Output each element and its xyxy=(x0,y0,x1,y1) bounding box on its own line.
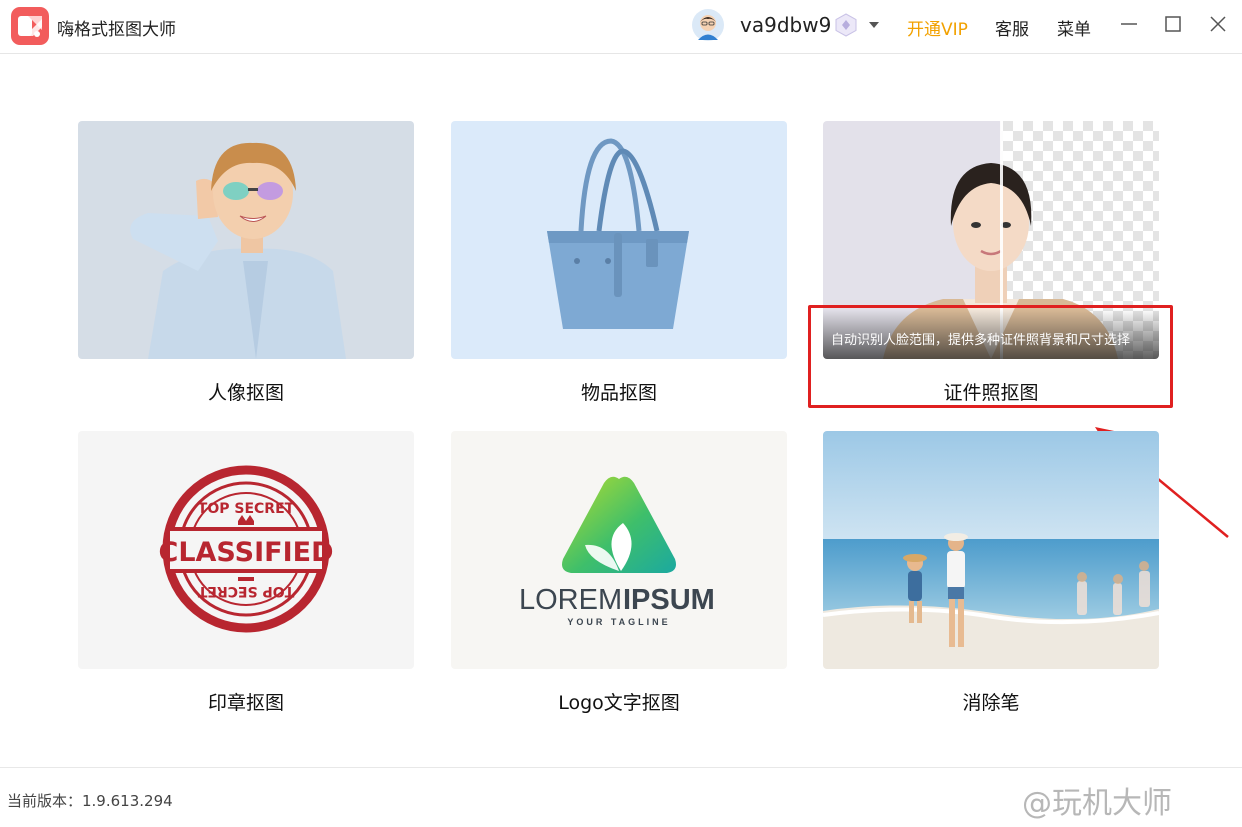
chevron-down-icon[interactable] xyxy=(868,20,880,30)
close-icon[interactable] xyxy=(1207,13,1229,35)
portrait-image xyxy=(78,121,414,359)
username[interactable]: va9dbw9 xyxy=(740,13,831,37)
menu-link[interactable]: 菜单 xyxy=(1057,15,1091,40)
id-photo-cutout-label: 证件照抠图 xyxy=(943,382,1039,404)
stamp-main-text: CLASSIFIED xyxy=(159,537,334,568)
eraser-brush-label: 消除笔 xyxy=(962,692,1020,714)
open-vip-link[interactable]: 开通VIP xyxy=(907,15,968,40)
avatar-icon[interactable] xyxy=(692,9,724,41)
logo-tagline: YOUR TAGLINE xyxy=(567,617,670,627)
portrait-cutout-label: 人像抠图 xyxy=(207,382,284,404)
object-cutout-card[interactable] xyxy=(451,121,787,359)
stamp-image: CLASSIFIED TOP SECRET TOP SECRET xyxy=(78,431,414,669)
bag-image xyxy=(451,121,787,359)
vip-badge-icon xyxy=(835,13,857,37)
status-footer: 当前版本：1.9.613.294 @玩机大师 xyxy=(0,767,1242,827)
logo-word-1: LOREM xyxy=(519,584,622,616)
version-text: 当前版本：1.9.613.294 xyxy=(7,792,173,810)
logo-word-2: IPSUM xyxy=(623,584,715,616)
stamp-cutout-label: 印章抠图 xyxy=(207,692,284,714)
maximize-icon[interactable] xyxy=(1162,13,1184,35)
app-title: 嗨格式抠图大师 xyxy=(57,20,176,40)
title-bar: 嗨格式抠图大师 va9dbw9 开通VIP 客服 菜单 xyxy=(0,0,1242,54)
eraser-brush-card[interactable] xyxy=(823,431,1159,669)
app-logo-icon xyxy=(11,7,49,45)
stamp-cutout-card[interactable]: CLASSIFIED TOP SECRET TOP SECRET xyxy=(78,431,414,669)
minimize-icon[interactable] xyxy=(1118,13,1140,35)
id-photo-hint: 自动识别人脸范围，提供多种证件照背景和尺寸选择 xyxy=(823,309,1159,359)
logo-text-cutout-card[interactable]: LOREM IPSUM YOUR TAGLINE xyxy=(451,431,787,669)
portrait-cutout-card[interactable] xyxy=(78,121,414,359)
logo-image: LOREM IPSUM YOUR TAGLINE xyxy=(451,431,787,669)
id-photo-cutout-card[interactable]: 自动识别人脸范围，提供多种证件照背景和尺寸选择 xyxy=(823,121,1159,359)
customer-service-link[interactable]: 客服 xyxy=(995,15,1029,40)
object-cutout-label: 物品抠图 xyxy=(580,382,657,404)
beach-image xyxy=(823,431,1159,669)
watermark-text: @玩机大师 xyxy=(1022,786,1172,821)
stamp-bottom-text: TOP SECRET xyxy=(197,583,294,599)
stamp-top-text: TOP SECRET xyxy=(198,501,295,517)
logo-text-cutout-label: Logo文字抠图 xyxy=(558,692,680,714)
